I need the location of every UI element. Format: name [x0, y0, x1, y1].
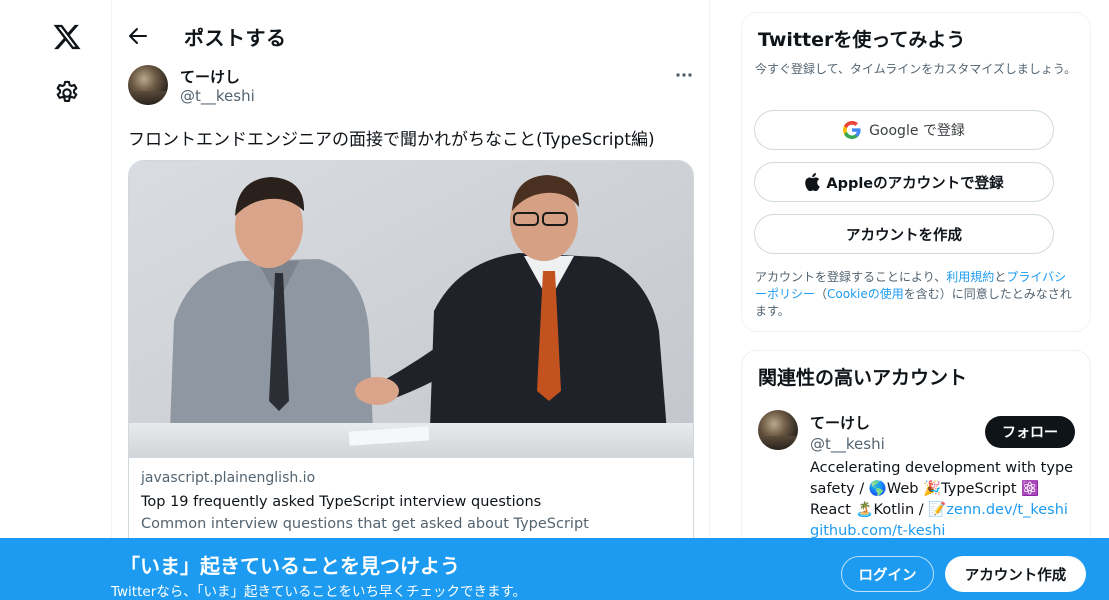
google-signup-label: Google で登録 — [869, 123, 965, 139]
bio-link-zenn[interactable]: zenn.dev/t_keshi — [946, 502, 1068, 518]
banner-subtitle: Twitterなら、「いま」起きていることをいち早くチェックできます。 — [111, 584, 527, 600]
card-domain: javascript.plainenglish.io — [141, 470, 316, 486]
author-name[interactable]: てーけし — [180, 66, 240, 87]
banner-title: 「いま」起きていることを見つけよう — [120, 554, 460, 578]
apple-signup-label: Appleのアカウントで登録 — [826, 175, 1004, 192]
gear-icon[interactable] — [53, 79, 81, 107]
avatar[interactable] — [128, 65, 168, 105]
signup-subtitle: 今すぐ登録して、タイムラインをカスタマイズしましょう。 — [755, 62, 1077, 76]
post-text: フロントエンドエンジニアの面接で聞かれがちなこと(TypeScript編) — [128, 130, 655, 150]
terms-text: アカウントを登録することにより、利用規約とプライバシーポリシー（Cookieの使… — [755, 269, 1077, 320]
related-title: 関連性の高いアカウント — [758, 367, 968, 389]
card-title[interactable]: Top 19 frequently asked TypeScript inter… — [141, 491, 683, 513]
x-logo-icon[interactable] — [52, 22, 82, 52]
apple-signup-button[interactable]: Appleのアカウントで登録 — [754, 162, 1054, 202]
avatar[interactable] — [758, 410, 798, 450]
card-image — [129, 161, 693, 457]
terms-link[interactable]: 利用規約 — [946, 270, 994, 284]
google-icon — [843, 121, 861, 139]
bio-link-github[interactable]: github.com/t-keshi — [810, 523, 945, 539]
left-nav — [0, 0, 112, 600]
terms-prefix: アカウントを登録することにより、 — [755, 270, 947, 284]
card-meta: javascript.plainenglish.io Top 19 freque… — [129, 457, 693, 545]
related-account-name[interactable]: てーけし — [810, 412, 870, 433]
arrow-left-icon[interactable] — [126, 24, 150, 48]
right-sidebar: Twitterを使ってみよう 今すぐ登録して、タイムラインをカスタマイズしましょ… — [741, 0, 1091, 600]
related-account-handle[interactable]: @t__keshi — [810, 435, 885, 453]
cookie-link[interactable]: Cookieの使用 — [827, 287, 904, 301]
create-account-button[interactable]: アカウントを作成 — [754, 214, 1054, 254]
link-card[interactable]: javascript.plainenglish.io Top 19 freque… — [128, 160, 694, 560]
signup-title: Twitterを使ってみよう — [758, 29, 966, 51]
card-description: Common interview questions that get aske… — [141, 516, 589, 532]
signup-box: Twitterを使ってみよう 今すぐ登録して、タイムラインをカスタマイズしましょ… — [741, 12, 1091, 332]
signup-banner: 「いま」起きていることを見つけよう Twitterなら、「いま」起きていることを… — [0, 538, 1109, 600]
apple-icon — [805, 173, 821, 191]
create-account-label: アカウントを作成 — [846, 227, 962, 244]
banner-signup-button[interactable]: アカウント作成 — [945, 556, 1086, 592]
terms-and: と — [994, 270, 1007, 284]
main-column: ポストする てーけし @t__keshi フロントエンドエンジニアの面接で聞かれ… — [112, 0, 710, 600]
follow-button[interactable]: フォロー — [985, 416, 1075, 448]
terms-paren-open: （ — [815, 287, 828, 301]
related-account-bio: Accelerating development with type safet… — [810, 458, 1075, 542]
page-title: ポストする — [184, 26, 287, 50]
author-handle[interactable]: @t__keshi — [180, 87, 255, 105]
more-horizontal-icon[interactable] — [672, 66, 696, 84]
login-button[interactable]: ログイン — [841, 556, 934, 592]
google-signup-button[interactable]: Google で登録 — [754, 110, 1054, 150]
